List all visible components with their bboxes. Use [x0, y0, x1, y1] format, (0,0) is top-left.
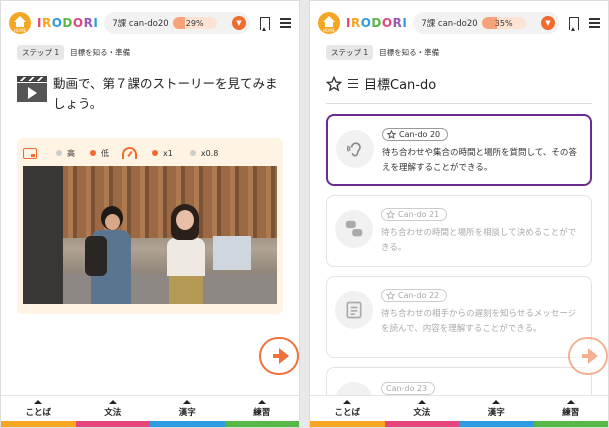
lesson-label: 7課 can-do20 — [421, 19, 478, 29]
progress-bar: 35% — [481, 17, 526, 29]
logo[interactable]: IRODORI — [37, 16, 98, 30]
caret-up-icon — [566, 399, 575, 404]
caret-up-icon — [257, 399, 266, 404]
star-outline-icon — [326, 75, 342, 91]
bookmark-icon[interactable] — [569, 16, 579, 31]
video-person-woman — [161, 204, 211, 304]
caret-up-icon — [343, 399, 352, 404]
caret-up-icon — [34, 399, 43, 404]
cando-tag: Can-do 20 — [382, 128, 449, 141]
step-badge: ステップ 1 — [326, 45, 374, 60]
cando-description: 待ち合わせや集合の時間と場所を質問して、その答えを理解することができる。 — [382, 148, 577, 173]
caret-up-icon — [417, 399, 426, 404]
star-icon — [386, 291, 395, 300]
video-clapper-icon — [17, 76, 47, 102]
home-button[interactable]: HOME — [318, 12, 340, 34]
video-player[interactable] — [23, 166, 277, 304]
logo[interactable]: IRODORI — [346, 16, 407, 30]
cando-tag: Can-do 22 — [381, 289, 448, 302]
ear-icon — [336, 130, 374, 168]
nav-kanji[interactable]: 漢字 — [150, 396, 225, 421]
chat-icon — [335, 210, 373, 248]
arrow-right-icon — [588, 348, 598, 364]
message-icon — [335, 291, 373, 329]
nav-bunpou[interactable]: 文法 — [385, 396, 460, 421]
breadcrumb-text: 目標を知る・準備 — [379, 48, 440, 57]
nav-renshuu[interactable]: 練習 — [534, 396, 609, 421]
nav-bunpou[interactable]: 文法 — [76, 396, 151, 421]
home-label: HOME — [13, 28, 27, 33]
chevron-down-icon[interactable]: ▼ — [232, 16, 246, 30]
quality-high-radio[interactable] — [56, 150, 62, 156]
home-label: HOME — [322, 28, 336, 33]
lesson-selector[interactable]: 7課 can-do20 29% ▼ — [104, 12, 250, 34]
speed-x08-radio[interactable] — [189, 150, 196, 156]
progress-text: 29% — [185, 18, 204, 28]
progress-bar: 29% — [172, 17, 217, 29]
caret-up-icon — [183, 399, 192, 404]
home-button[interactable]: HOME — [9, 12, 31, 34]
color-bar — [310, 421, 608, 427]
quality-low-label: 低 — [101, 148, 109, 158]
nav-renshuu[interactable]: 練習 — [225, 396, 300, 421]
cando-card[interactable]: Can-do 20 待ち合わせや集合の時間と場所を質問して、その答えを理解するこ… — [326, 114, 592, 186]
page-title: 動画で、第７課のストーリーを見てみましょう。 — [53, 76, 278, 111]
list-icon — [348, 78, 358, 89]
breadcrumb: ステップ 1 目標を知る・準備 — [310, 45, 608, 60]
breadcrumb: ステップ 1 目標を知る・準備 — [1, 45, 299, 60]
fullscreen-icon[interactable] — [23, 147, 37, 159]
section-heading: 目標Can-do — [310, 60, 608, 93]
bottom-nav: ことば 文法 漢字 練習 — [310, 395, 608, 421]
cando-description: 待ち合わせの時間と場所を相談して決めることができる。 — [381, 228, 577, 253]
speed-x08-label: x0.8 — [200, 148, 219, 158]
bottom-nav: ことば 文法 漢字 練習 — [1, 395, 299, 421]
menu-icon[interactable] — [589, 18, 600, 28]
bookmark-icon[interactable] — [260, 16, 270, 31]
left-screen: HOME IRODORI 7課 can-do20 29% ▼ ステップ 1 目標… — [0, 0, 300, 428]
lesson-label: 7課 can-do20 — [112, 19, 169, 29]
breadcrumb-text: 目標を知る・準備 — [70, 48, 131, 57]
video-panel: 高 低 x1 x0.8 — [17, 138, 283, 314]
caret-up-icon — [108, 399, 117, 404]
chevron-down-icon[interactable]: ▼ — [541, 16, 555, 30]
caret-up-icon — [492, 399, 501, 404]
lesson-selector[interactable]: 7課 can-do20 35% ▼ — [413, 12, 559, 34]
cando-description: 待ち合わせの相手からの遅刻を知らせるメッセージを読んで、内容を理解することができ… — [381, 309, 577, 334]
header: HOME IRODORI 7課 can-do20 35% ▼ — [310, 1, 608, 45]
next-arrow-button[interactable] — [259, 337, 299, 375]
quality-high-label: 高 — [67, 148, 75, 158]
header: HOME IRODORI 7課 can-do20 29% ▼ — [1, 1, 299, 45]
nav-kanji[interactable]: 漢字 — [459, 396, 534, 421]
nav-kotoba[interactable]: ことば — [1, 396, 76, 421]
speed-gauge-icon — [122, 147, 137, 159]
quality-low-radio[interactable] — [90, 150, 96, 156]
cando-card[interactable]: Can-do 22 待ち合わせの相手からの遅刻を知らせるメッセージを読んで、内容… — [326, 276, 592, 358]
next-arrow-button[interactable] — [568, 337, 608, 375]
video-person-man — [85, 206, 135, 304]
cando-tag: Can-do 21 — [381, 208, 448, 221]
cando-tag: Can-do 23 — [381, 382, 436, 395]
video-controls: 高 低 x1 x0.8 — [23, 144, 277, 162]
right-screen: HOME IRODORI 7課 can-do20 35% ▼ ステップ 1 目標… — [309, 0, 609, 428]
progress-text: 35% — [494, 18, 513, 28]
star-icon — [386, 210, 395, 219]
cando-card[interactable]: Can-do 21 待ち合わせの時間と場所を相談して決めることができる。 — [326, 195, 592, 267]
arrow-right-icon — [279, 348, 289, 364]
page-title: 目標Can-do — [364, 78, 437, 93]
star-icon — [387, 130, 396, 139]
step-badge: ステップ 1 — [17, 45, 65, 60]
nav-kotoba[interactable]: ことば — [310, 396, 385, 421]
color-bar — [1, 421, 299, 427]
video-heading: 動画で、第７課のストーリーを見てみましょう。 — [1, 60, 299, 114]
speed-x1-radio[interactable] — [152, 150, 158, 156]
speed-x1-label: x1 — [163, 148, 173, 158]
menu-icon[interactable] — [280, 18, 291, 28]
